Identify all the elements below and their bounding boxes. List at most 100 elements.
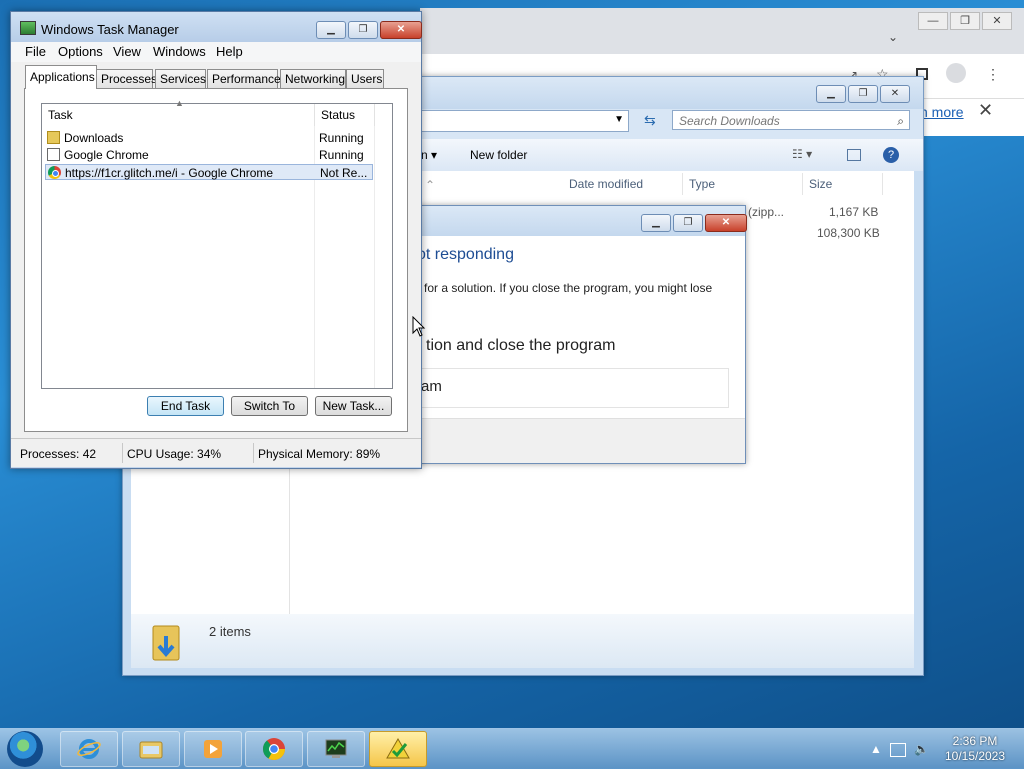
minimize-button[interactable]: ▁ — [316, 21, 346, 39]
menu-help[interactable]: Help — [216, 44, 243, 59]
task-manager-window-controls: ▁ ❐ ✕ — [316, 21, 422, 39]
organize-menu-fragment[interactable]: n ▾ — [421, 148, 437, 162]
cpu-usage: CPU Usage: 34% — [127, 447, 222, 461]
chrome-minimize-button[interactable]: — — [918, 12, 948, 30]
file-size-cell: 108,300 KB — [817, 226, 880, 240]
task-list[interactable]: Task ▲ Status Downloads Running Google C… — [41, 98, 393, 389]
active-app-icon — [386, 738, 410, 759]
tab-applications[interactable]: Applications — [25, 65, 97, 89]
chrome-tab-search-icon[interactable]: ⌄ — [888, 30, 898, 44]
infobar-close-icon[interactable]: ✕ — [978, 100, 993, 121]
wait-program-option[interactable]: am — [421, 378, 442, 395]
tab-networking[interactable]: Networking — [280, 69, 346, 88]
process-count: Processes: 42 — [20, 447, 97, 461]
explorer-maximize-button[interactable]: ❐ — [848, 85, 878, 103]
file-explorer-icon — [139, 741, 163, 759]
explorer-minimize-button[interactable]: ▁ — [816, 85, 846, 103]
task-status: Not Re... — [320, 166, 368, 180]
chrome-menu-icon[interactable]: ⋮ — [986, 66, 1000, 83]
preview-pane-icon[interactable] — [847, 149, 861, 161]
start-button[interactable] — [7, 731, 43, 767]
dialog-minimize-button[interactable]: ▁ — [641, 214, 671, 232]
sort-arrow-icon: ▲ — [175, 98, 184, 108]
chrome-icon — [263, 738, 285, 760]
list-item-selected[interactable]: https://f1cr.glitch.me/i - Google Chrome… — [45, 164, 373, 180]
file-size-cell: 1,167 KB — [829, 205, 879, 219]
close-button[interactable]: ✕ — [380, 21, 422, 39]
status-bar: Processes: 42 CPU Usage: 34% Physical Me… — [11, 438, 421, 467]
search-downloads-input[interactable]: Search Downloads ⌕ — [672, 110, 910, 130]
search-icon[interactable]: ⌕ — [897, 111, 904, 131]
list-item[interactable]: Downloads Running — [45, 130, 373, 146]
explorer-close-button[interactable]: ✕ — [880, 85, 910, 103]
item-count: 2 items — [209, 624, 251, 639]
chrome-window-controls: — ❐ ✕ — [918, 12, 1012, 30]
profile-avatar-icon[interactable] — [946, 63, 966, 83]
taskbar-file-explorer[interactable] — [122, 731, 180, 767]
chrome-icon — [48, 166, 61, 179]
view-options-icon[interactable]: ☷ ▾ — [792, 147, 812, 161]
taskbar-chrome[interactable] — [245, 731, 303, 767]
status-divider — [122, 443, 123, 463]
volume-muted-icon[interactable]: 🔈 — [914, 742, 929, 756]
task-status: Running — [319, 148, 364, 162]
dialog-heading: ot responding — [417, 246, 514, 263]
switch-to-button[interactable]: Switch To — [231, 396, 308, 416]
taskbar: ▲ 🔈 2:36 PM 10/15/2023 — [0, 728, 1024, 769]
column-size[interactable]: Size — [803, 173, 883, 195]
physical-memory: Physical Memory: 89% — [258, 447, 381, 461]
taskbar-active-app[interactable] — [369, 731, 427, 767]
tab-processes[interactable]: Processes — [96, 69, 157, 88]
menu-windows[interactable]: Windows — [153, 44, 206, 59]
system-clock[interactable]: 2:36 PM 10/15/2023 — [942, 734, 1008, 764]
maximize-button[interactable]: ❐ — [348, 21, 378, 39]
column-type[interactable]: Type — [683, 173, 803, 195]
task-manager-window: Windows Task Manager ▁ ❐ ✕ File Options … — [10, 11, 422, 469]
dialog-titlebar: ▁ ❐ ✕ — [381, 206, 747, 236]
chrome-close-button[interactable]: ✕ — [982, 12, 1012, 30]
chrome-maximize-button[interactable]: ❐ — [950, 12, 980, 30]
tab-performance[interactable]: Performance — [207, 69, 281, 88]
menu-file[interactable]: File — [25, 44, 46, 59]
wait-option-box[interactable] — [411, 368, 729, 408]
task-manager-titlebar: Windows Task Manager ▁ ❐ ✕ — [11, 12, 422, 42]
media-player-icon — [204, 740, 222, 758]
status-divider — [253, 443, 254, 463]
dialog-footer — [381, 418, 745, 463]
tab-users[interactable]: Users — [346, 69, 384, 88]
learn-more-link[interactable]: n more — [920, 104, 964, 120]
sort-indicator-icon: ⌃ — [425, 178, 436, 192]
dialog-window-controls: ▁ ❐ ✕ — [641, 214, 747, 232]
new-task-button[interactable]: New Task... — [315, 396, 392, 416]
tab-services[interactable]: Services — [155, 69, 206, 88]
taskbar-media-player[interactable] — [184, 731, 242, 767]
window-title: Windows Task Manager — [41, 22, 179, 37]
clock-time: 2:36 PM — [952, 734, 998, 748]
new-folder-button[interactable]: New folder — [470, 148, 527, 162]
refresh-icon[interactable]: ⇆ — [644, 112, 656, 129]
taskbar-internet-explorer[interactable] — [60, 731, 118, 767]
details-pane: 2 items — [131, 614, 914, 668]
dialog-close-button[interactable]: ✕ — [705, 214, 747, 232]
list-item[interactable]: Google Chrome Running — [45, 147, 373, 163]
end-task-button[interactable]: End Task — [147, 396, 224, 416]
menu-view[interactable]: View — [113, 44, 141, 59]
column-divider — [374, 126, 375, 388]
menu-options[interactable]: Options — [58, 44, 103, 59]
dialog-maximize-button[interactable]: ❐ — [673, 214, 703, 232]
taskbar-task-manager[interactable] — [307, 731, 365, 767]
show-hidden-icons[interactable]: ▲ — [870, 742, 882, 756]
address-dropdown-icon[interactable]: ▼ — [614, 114, 624, 125]
close-program-option[interactable]: tion and close the program — [426, 337, 615, 355]
network-icon[interactable] — [890, 743, 906, 757]
address-dropdown[interactable]: ▼ — [413, 110, 629, 132]
task-manager-icon — [325, 739, 347, 758]
column-date-modified[interactable]: Date modified — [563, 173, 683, 195]
menu-bar: File Options View Windows Help — [11, 42, 421, 62]
help-icon[interactable]: ? — [883, 147, 899, 163]
task-status: Running — [319, 131, 364, 145]
task-manager-app-icon — [20, 21, 36, 35]
mouse-cursor-icon — [412, 316, 426, 337]
column-status[interactable]: Status — [315, 104, 375, 126]
explorer-window-controls: ▁ ❐ ✕ — [816, 85, 910, 103]
